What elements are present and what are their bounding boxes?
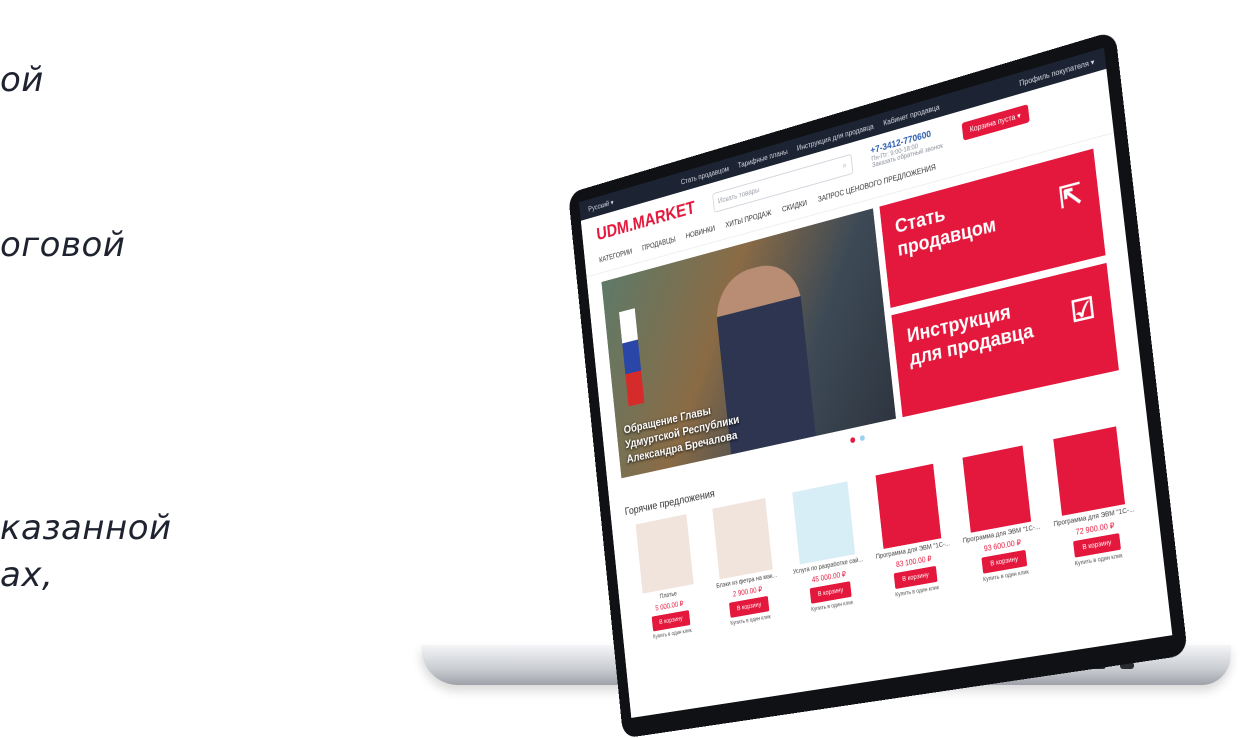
side-banners: Стать продавцом ⇱ Инструкция для продавц… — [879, 148, 1119, 418]
side-text-line3: казанной — [0, 508, 172, 548]
search-icon[interactable]: ⌕ — [842, 160, 847, 170]
side-text-line4: ах, — [0, 555, 54, 595]
website-screen: Русский ▾ Стать продавцом Тарифные планы… — [578, 47, 1173, 718]
side-text-line1: ой — [0, 60, 44, 100]
product-image[interactable] — [791, 481, 855, 565]
nav-item[interactable]: НОВИНКИ — [685, 224, 715, 240]
product-price: 2 900.00 ₽ — [732, 585, 763, 599]
product-image[interactable] — [875, 463, 941, 549]
product-image[interactable] — [711, 498, 773, 580]
product-card[interactable]: Платье 5 000.00 ₽ В корзину Купить в оди… — [626, 512, 707, 643]
product-card[interactable]: Блэки из фетра на мак... 2 900.00 ₽ В ко… — [703, 496, 788, 629]
add-to-cart-button[interactable]: В корзину — [651, 609, 691, 632]
product-image[interactable] — [635, 514, 694, 594]
cursor-click-icon: ⇱ — [1057, 177, 1084, 216]
product-card[interactable]: Программа для ЭВМ "1С-... 83 100.00 ₽ В … — [865, 462, 957, 602]
language-selector[interactable]: Русский ▾ — [588, 198, 614, 213]
laptop-screen-bezel: Русский ▾ Стать продавцом Тарифные планы… — [568, 30, 1188, 738]
product-price: 5 000.00 ₽ — [655, 599, 684, 613]
checklist-icon: ☑ — [1069, 291, 1097, 330]
carousel-dot[interactable] — [859, 434, 866, 442]
nav-item[interactable]: КАТЕГОРИИ — [599, 247, 633, 264]
flag-image — [619, 308, 645, 407]
nav-item[interactable]: ПРОДАВЦЫ — [642, 235, 676, 252]
product-image[interactable] — [962, 445, 1031, 533]
product-card[interactable]: Программа для ЭВМ "1С-... 93 600.00 ₽ В … — [952, 443, 1048, 586]
side-text-line2: оговой — [0, 225, 126, 265]
banner-caption: Обращение Главы Удмуртской Республики Ал… — [623, 403, 740, 466]
laptop: Русский ▾ Стать продавцом Тарифные планы… — [418, 0, 1248, 738]
product-image[interactable] — [1052, 426, 1125, 516]
product-card[interactable]: Услуга по разработке сай... 45 000.00 ₽ … — [782, 479, 870, 616]
carousel-dot-active[interactable] — [850, 436, 856, 444]
product-card[interactable]: Программа для ЭВМ "1С-... 72 900.00 ₽ В … — [1042, 424, 1142, 571]
nav-item[interactable]: СКИДКИ — [782, 199, 808, 214]
